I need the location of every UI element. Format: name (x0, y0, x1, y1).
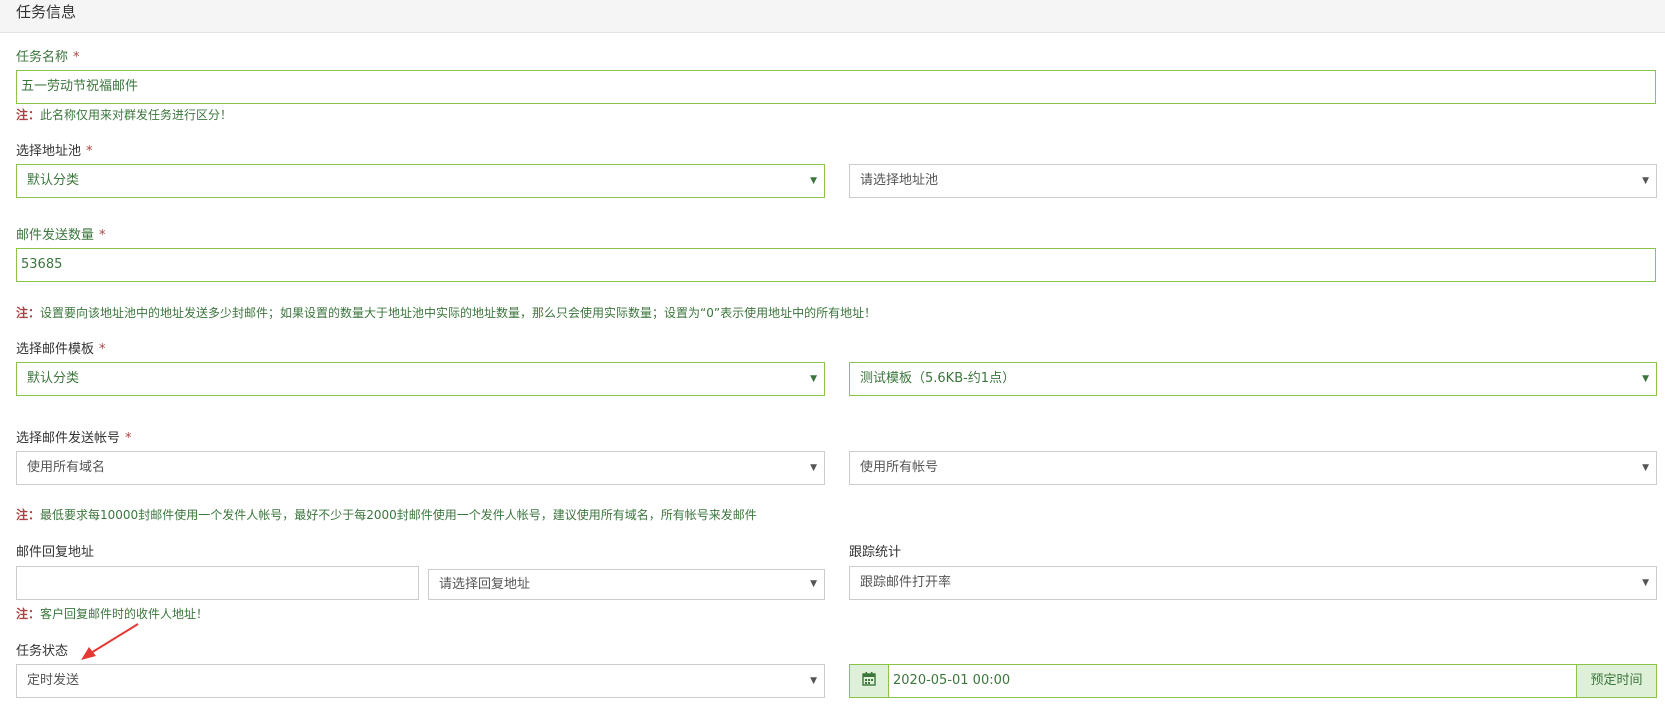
panel-header: 任务信息 (0, 0, 1665, 33)
caret-down-icon: ▼ (810, 176, 817, 186)
required-mark: * (99, 228, 106, 243)
calendar-addon[interactable] (849, 664, 889, 698)
reply-address-note: 注：客户回复邮件时的收件人地址！ (16, 607, 209, 621)
task-status-label: 任务状态 (16, 644, 69, 659)
caret-down-icon: ▼ (810, 579, 817, 589)
schedule-datetime-input[interactable]: 2020-05-01 00:00 (889, 664, 1576, 698)
send-count-input[interactable]: 53685 (16, 248, 1656, 282)
caret-down-icon: ▼ (810, 374, 817, 384)
caret-down-icon: ▼ (810, 463, 817, 473)
required-mark: * (99, 342, 106, 357)
caret-down-icon: ▼ (1642, 374, 1649, 384)
address-pool-label: 选择地址池 * (16, 144, 93, 159)
reply-address-select[interactable]: 请选择回复地址 ▼ (428, 569, 825, 600)
red-arrow-icon (81, 623, 139, 660)
caret-down-icon: ▼ (1642, 463, 1649, 473)
schedule-time-button[interactable]: 预定时间 (1576, 664, 1657, 698)
calendar-icon (862, 672, 876, 686)
sender-account-note: 注：最低要求每10000封邮件使用一个发件人帐号，最好不少于每2000封邮件使用… (16, 508, 757, 522)
required-mark: * (73, 50, 80, 65)
template-label: 选择邮件模板 * (16, 342, 106, 357)
panel-title: 任务信息 (16, 3, 77, 21)
required-mark: * (86, 144, 93, 159)
task-name-input[interactable]: 五一劳动节祝福邮件 (16, 70, 1656, 104)
reply-address-input[interactable] (16, 566, 419, 600)
tracking-label: 跟踪统计 (849, 545, 902, 560)
send-count-note: 注：设置要向该地址池中的地址发送多少封邮件；如果设置的数量大于地址池中实际的地址… (16, 306, 877, 320)
reply-address-label: 邮件回复地址 (16, 545, 95, 560)
caret-down-icon: ▼ (810, 676, 817, 686)
task-status-select[interactable]: 定时发送 ▼ (16, 664, 825, 698)
sender-account-select[interactable]: 使用所有帐号 ▼ (849, 451, 1657, 485)
template-category-select[interactable]: 默认分类 ▼ (16, 362, 825, 396)
send-count-label: 邮件发送数量 * (16, 228, 106, 243)
tracking-select[interactable]: 跟踪邮件打开率 ▼ (849, 566, 1657, 600)
task-name-note: 注：此名称仅用来对群发任务进行区分！ (16, 108, 233, 122)
address-pool-select[interactable]: 请选择地址池 ▼ (849, 164, 1657, 198)
caret-down-icon: ▼ (1642, 578, 1649, 588)
caret-down-icon: ▼ (1642, 176, 1649, 186)
required-mark: * (125, 431, 132, 446)
sender-domain-select[interactable]: 使用所有域名 ▼ (16, 451, 825, 485)
template-select[interactable]: 测试模板（5.6KB-约1点） ▼ (849, 362, 1657, 396)
task-name-label: 任务名称 * (16, 50, 80, 65)
address-pool-category-select[interactable]: 默认分类 ▼ (16, 164, 825, 198)
sender-account-label: 选择邮件发送帐号 * (16, 431, 132, 446)
